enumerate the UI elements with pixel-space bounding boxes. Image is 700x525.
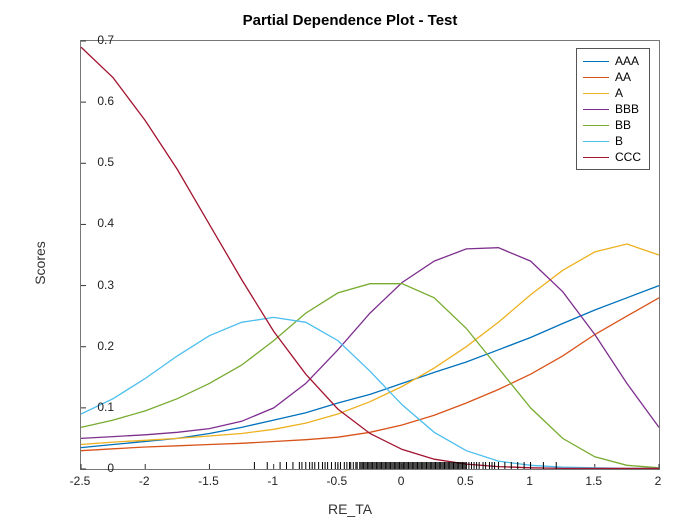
y-axis-label: Scores — [32, 241, 48, 285]
x-tick-label: 2 — [655, 474, 662, 488]
legend-label: B — [615, 134, 623, 148]
series-BB — [81, 284, 659, 468]
x-tick-label: 0.5 — [457, 474, 474, 488]
legend-item-BBB: BBB — [583, 101, 641, 117]
series-AA — [81, 298, 659, 451]
x-tick-label: 1.5 — [585, 474, 602, 488]
legend-swatch — [583, 125, 609, 126]
x-tick-label: -1 — [267, 474, 278, 488]
figure: Partial Dependence Plot - Test Scores RE… — [0, 0, 700, 525]
x-tick-label: -2 — [139, 474, 150, 488]
legend-swatch — [583, 109, 609, 110]
x-tick-label: -2.5 — [70, 474, 91, 488]
legend-item-AA: AA — [583, 69, 641, 85]
legend-label: BBB — [615, 102, 639, 116]
legend-swatch — [583, 157, 609, 158]
legend-swatch — [583, 77, 609, 78]
legend-item-AAA: AAA — [583, 53, 641, 69]
chart-title: Partial Dependence Plot - Test — [0, 12, 700, 29]
legend-label: AAA — [615, 54, 639, 68]
y-tick-label: 0 — [74, 461, 114, 475]
legend: AAAAAABBBBBBCCC — [576, 48, 650, 170]
x-tick-label: -1.5 — [198, 474, 219, 488]
legend-swatch — [583, 61, 609, 62]
x-tick-label: -0.5 — [327, 474, 348, 488]
legend-item-BB: BB — [583, 117, 641, 133]
y-tick-label: 0.1 — [74, 400, 114, 414]
series-BBB — [81, 248, 659, 439]
y-tick-label: 0.7 — [74, 33, 114, 47]
x-axis-label: RE_TA — [0, 501, 700, 517]
chart-svg — [81, 41, 659, 469]
y-tick-label: 0.3 — [74, 278, 114, 292]
legend-swatch — [583, 93, 609, 94]
legend-item-A: A — [583, 85, 641, 101]
y-tick-label: 0.6 — [74, 94, 114, 108]
y-tick-label: 0.5 — [74, 155, 114, 169]
y-tick-label: 0.4 — [74, 216, 114, 230]
rug-marks — [254, 462, 556, 469]
legend-item-B: B — [583, 133, 641, 149]
legend-label: AA — [615, 70, 631, 84]
x-tick-label: 0 — [398, 474, 405, 488]
x-tick-label: 1 — [526, 474, 533, 488]
y-tick-label: 0.2 — [74, 339, 114, 353]
tick-marks — [81, 41, 659, 469]
series-CCC — [81, 47, 659, 468]
legend-label: CCC — [615, 150, 641, 164]
plot-area — [80, 40, 660, 470]
series-lines — [81, 47, 659, 468]
series-AAA — [81, 286, 659, 448]
series-A — [81, 244, 659, 445]
legend-label: BB — [615, 118, 631, 132]
legend-swatch — [583, 141, 609, 142]
legend-item-CCC: CCC — [583, 149, 641, 165]
legend-label: A — [615, 86, 623, 100]
